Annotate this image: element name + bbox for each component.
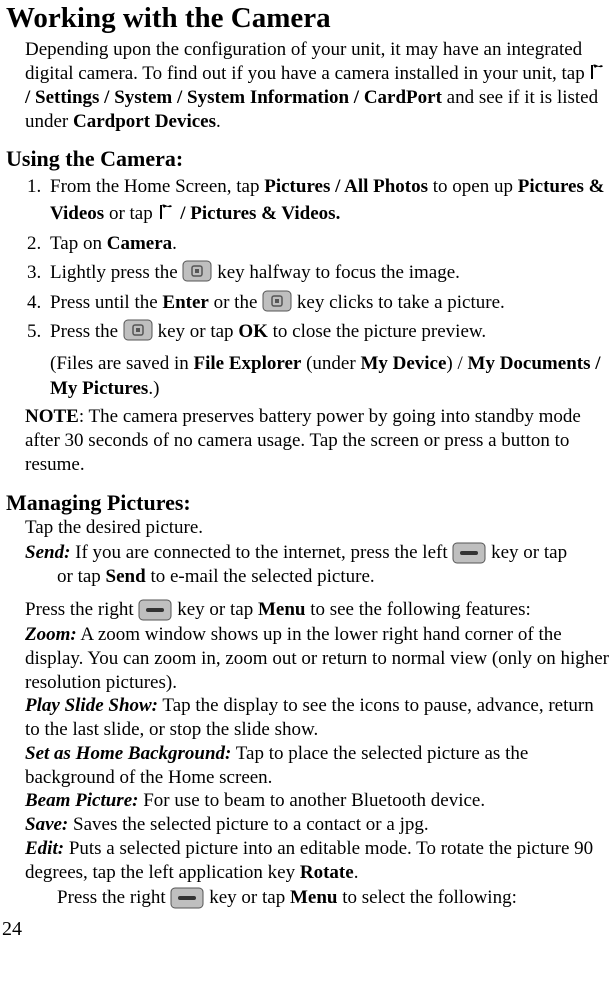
send-label: Send: <box>25 542 70 563</box>
save-text: Saves the selected picture to a contact … <box>68 814 428 835</box>
step1-text-2: to open up <box>428 176 518 197</box>
camera-key-icon <box>123 319 153 341</box>
step5-text-3: to close the picture preview. <box>268 321 486 342</box>
step-4: Press until the Enter or the key clicks … <box>46 289 612 317</box>
note-block: NOTE: The camera preserves battery power… <box>25 405 612 476</box>
step5-parens-2: (under <box>301 353 360 374</box>
flag-icon <box>158 203 176 221</box>
step4-bold: Enter <box>162 292 208 313</box>
menu-text-1: Press the right <box>25 599 138 620</box>
using-steps-list: From the Home Screen, tap Pictures / All… <box>0 173 612 402</box>
using-heading: Using the Camera: <box>6 145 612 173</box>
edit2-text-3: to select the following: <box>337 887 516 908</box>
camera-key-icon <box>182 260 212 282</box>
send-text-1: If you are connected to the internet, pr… <box>70 542 452 563</box>
menu-text-3: to see the following features: <box>305 599 530 620</box>
camera-key-icon <box>262 290 292 312</box>
play-label: Play Slide Show: <box>25 695 158 716</box>
step5-parens-3: ) / <box>446 353 467 374</box>
managing-heading: Managing Pictures: <box>6 489 612 517</box>
step4-text-3: key clicks to take a picture. <box>297 292 505 313</box>
sethome-label: Set as Home Background: <box>25 743 231 764</box>
edit2-text-1: Press the right <box>57 887 170 908</box>
save-label: Save: <box>25 814 68 835</box>
page-number: 24 <box>2 917 612 942</box>
beam-text: For use to beam to another Bluetooth dev… <box>138 790 485 811</box>
menu-text-2: key or tap <box>177 599 258 620</box>
send-text-3: to e-mail the selected picture. <box>146 566 375 587</box>
zoom-text: A zoom window shows up in the lower righ… <box>25 624 609 693</box>
step-3: Lightly press the key halfway to focus t… <box>46 259 612 287</box>
step5-bold: OK <box>238 321 268 342</box>
edit-bold-2: Rotate <box>300 862 354 883</box>
left-softkey-icon <box>452 542 486 564</box>
step3-text-2: key halfway to focus the image. <box>217 262 460 283</box>
step2-text-1: Tap on <box>50 233 107 254</box>
menu-bold: Menu <box>258 599 306 620</box>
edit-text-2: . <box>354 862 359 883</box>
step2-bold: Camera <box>107 233 172 254</box>
step1-bold-3: / Pictures & Videos. <box>180 203 340 224</box>
step-5: Press the key or tap OK to close the pic… <box>46 318 612 401</box>
step5-parens-1: (Files are saved in <box>50 353 194 374</box>
step5-parens-b1: File Explorer <box>194 353 302 374</box>
step2-text-2: . <box>172 233 177 254</box>
intro-paragraph: Depending upon the configuration of your… <box>25 38 612 133</box>
step3-text-1: Lightly press the <box>50 262 182 283</box>
step5-parens-4: .) <box>148 378 159 399</box>
intro-bold-2: Cardport Devices <box>73 111 216 132</box>
page-title: Working with the Camera <box>6 0 612 36</box>
flag-icon <box>589 63 607 81</box>
intro-period: . <box>216 111 221 132</box>
step-2: Tap on Camera. <box>46 230 612 258</box>
step4-text-1: Press until the <box>50 292 162 313</box>
step1-text-1: From the Home Screen, tap <box>50 176 264 197</box>
edit-label: Edit: <box>25 838 64 859</box>
tap-line: Tap the desired picture. <box>25 516 612 541</box>
step1-text-3: or tap <box>104 203 157 224</box>
zoom-label: Zoom: <box>25 624 77 645</box>
step5-parens-b2: My Device <box>360 353 446 374</box>
right-softkey-icon <box>170 887 204 909</box>
right-softkey-icon <box>138 599 172 621</box>
step5-text-1: Press the <box>50 321 123 342</box>
beam-label: Beam Picture: <box>25 790 138 811</box>
intro-path-bold: / Settings / System / System Information… <box>25 87 442 108</box>
intro-text-1: Depending upon the configuration of your… <box>25 39 589 84</box>
step1-bold-1: Pictures / All Photos <box>264 176 428 197</box>
step5-text-2: key or tap <box>158 321 239 342</box>
edit2-bold: Menu <box>290 887 338 908</box>
send-text-2b: or tap <box>57 566 106 587</box>
send-text-2: key or tap <box>491 542 567 563</box>
edit2-text-2: key or tap <box>209 887 290 908</box>
step4-text-2: or the <box>209 292 262 313</box>
step-1: From the Home Screen, tap Pictures / All… <box>46 173 612 228</box>
note-label: NOTE <box>25 406 79 427</box>
note-text: : The camera preserves battery power by … <box>25 406 581 475</box>
send-bold-2: Send <box>106 566 146 587</box>
